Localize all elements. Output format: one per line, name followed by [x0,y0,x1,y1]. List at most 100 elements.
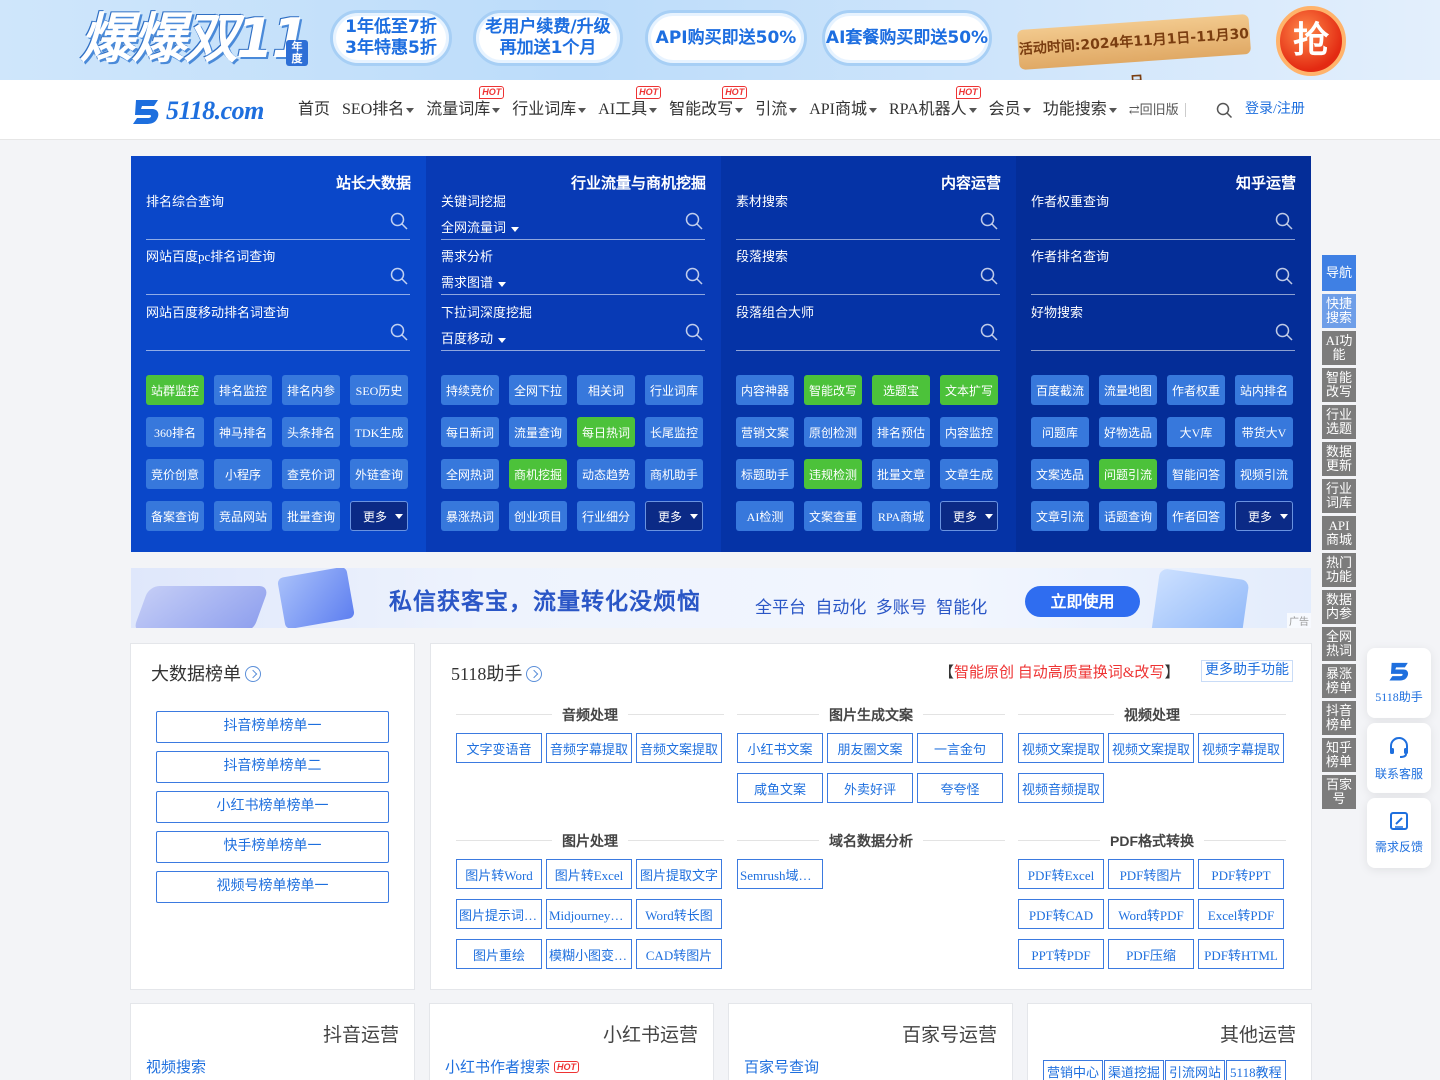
more-button[interactable]: 更多 [645,501,703,531]
rail-item[interactable]: 数据内参 [1322,590,1356,624]
promo-banner[interactable]: 爆爆双11 年度 1年低至7折 3年特惠5折 老用户续费/升级 再加送1个月 A… [0,0,1440,80]
tool-button[interactable]: 大V库 [1167,417,1225,447]
tool-search-field[interactable]: 作者权重查询 [1031,194,1295,240]
ops-link[interactable]: 百家号查询 [744,1056,819,1077]
tool-button[interactable]: 流量地图 [1099,375,1157,405]
rail-item[interactable]: API商城 [1322,516,1356,550]
nav-item[interactable]: 智能改写 HOT [669,80,748,140]
assistant-tool-button[interactable]: 图片转Word [456,859,542,889]
assistant-tool-button[interactable]: PPT转PDF [1018,939,1104,969]
more-button[interactable]: 更多 [1235,501,1293,531]
tool-button[interactable]: SEO历史 [350,375,408,405]
assistant-float-button[interactable]: 5118助手 [1367,648,1431,718]
assistant-tool-button[interactable]: Semrush域名分析 [737,859,823,889]
more-button[interactable]: 更多 [350,501,408,531]
assistant-tool-button[interactable]: 视频音频提取 [1018,773,1104,803]
nav-item[interactable]: 首页 [298,80,330,140]
tool-button[interactable]: 文案选品 [1031,459,1089,489]
tool-button[interactable]: 问题引流 [1099,459,1157,489]
tool-button[interactable]: 排名预估 [872,417,930,447]
tool-button[interactable]: 内容神器 [736,375,794,405]
assistant-tool-button[interactable]: 外卖好评 [827,773,913,803]
tool-search-field[interactable]: 作者排名查询 [1031,249,1295,295]
nav-item[interactable]: 行业词库 [512,80,587,140]
tool-button[interactable]: 小程序 [214,459,272,489]
search-icon[interactable] [1275,212,1293,230]
tool-button[interactable]: 360排名 [146,417,204,447]
tool-search-field[interactable]: 段落组合大师 [736,305,1000,351]
tool-search-field[interactable]: 网站百度移动排名词查询 [146,305,410,351]
search-icon[interactable] [980,212,998,230]
tool-button[interactable]: 内容监控 [940,417,998,447]
search-icon[interactable] [685,212,703,230]
tool-button[interactable]: 批量查询 [282,501,340,531]
ops-tag[interactable]: 5118教程 [1226,1060,1286,1080]
tool-button[interactable]: 头条排名 [282,417,340,447]
tool-search-field[interactable]: 段落搜索 [736,249,1000,295]
tool-button[interactable]: 违规检测 [804,459,862,489]
assistant-tool-button[interactable]: 一言金句 [917,733,1003,763]
nav-item[interactable]: 流量词库 HOT [426,80,505,140]
assistant-tool-button[interactable]: PDF转Excel [1018,859,1104,889]
tool-button[interactable]: 排名内参 [282,375,340,405]
feedback-button[interactable]: 需求反馈 [1367,798,1431,868]
rail-item[interactable]: 智能改写 [1322,368,1356,402]
assistant-tool-button[interactable]: 图片提示词反推 [456,899,542,929]
tool-search-field[interactable]: 下拉词深度挖掘 百度移动 [441,305,705,351]
tool-button[interactable]: RPA商城 [872,501,930,531]
rail-item[interactable]: 行业词库 [1322,479,1356,513]
tool-button[interactable]: 话题查询 [1099,501,1157,531]
assistant-tool-button[interactable]: PDF转图片 [1108,859,1194,889]
rank-list-button[interactable]: 视频号榜单榜单一 [156,871,389,903]
tool-button[interactable]: AI检测 [736,501,794,531]
assistant-tool-button[interactable]: 音频字幕提取 [546,733,632,763]
assistant-panel-header[interactable]: 5118助手 [451,660,543,686]
assistant-tool-button[interactable]: Midjourney提示词 [546,899,632,929]
tool-button[interactable]: 商机挖掘 [509,459,567,489]
tool-button[interactable]: 查竞价词 [282,459,340,489]
tool-button[interactable]: 智能问答 [1167,459,1225,489]
tool-button[interactable]: TDK生成 [350,417,408,447]
rank-list-button[interactable]: 快手榜单榜单一 [156,831,389,863]
ops-tag[interactable]: 营销中心 [1043,1060,1104,1080]
assistant-tool-button[interactable]: 音频文案提取 [636,733,722,763]
tool-button[interactable]: 竞价创意 [146,459,204,489]
ops-tag[interactable]: 引流网站 [1165,1060,1226,1080]
rail-item[interactable]: AI功能 [1322,331,1356,365]
tool-button[interactable]: 持续竞价 [441,375,499,405]
search-icon[interactable] [980,267,998,285]
nav-item[interactable]: 会员 [989,80,1031,140]
assistant-tool-button[interactable]: 咸鱼文案 [737,773,823,803]
search-icon[interactable] [1216,102,1233,119]
tool-button[interactable]: 全网下拉 [509,375,567,405]
tool-button[interactable]: 作者回答 [1167,501,1225,531]
assistant-tool-button[interactable]: 图片重绘 [456,939,542,969]
field-select[interactable]: 百度移动 [441,331,507,347]
more-button[interactable]: 更多 [940,501,998,531]
tool-button[interactable]: 每日新词 [441,417,499,447]
tool-button[interactable]: 站内排名 [1235,375,1293,405]
rail-item[interactable]: 快捷搜索 [1322,294,1356,328]
tool-button[interactable]: 文章生成 [940,459,998,489]
assistant-tool-button[interactable]: 小红书文案 [737,733,823,763]
tool-button[interactable]: 作者权重 [1167,375,1225,405]
ad-banner[interactable]: 私信获客宝，流量转化没烦恼 全平台 自动化 多账号 智能化 立即使用 广告 [131,568,1311,628]
rail-item[interactable]: 热门功能 [1322,553,1356,587]
rail-item[interactable]: 抖音榜单 [1322,701,1356,735]
nav-item[interactable]: RPA机器人 HOT [889,80,981,140]
tool-search-field[interactable]: 好物搜索 [1031,305,1295,351]
assistant-tool-button[interactable]: PDF转CAD [1018,899,1104,929]
tool-button[interactable]: 暴涨热词 [441,501,499,531]
rank-panel-header[interactable]: 大数据榜单 [151,660,261,686]
promo-pill-discount[interactable]: 1年低至7折 3年特惠5折 [330,10,452,66]
tool-search-field[interactable]: 素材搜索 [736,194,1000,240]
customer-service-button[interactable]: 联系客服 [1367,723,1431,793]
nav-item[interactable]: SEO排名 [342,80,415,140]
tool-button[interactable]: 每日热词 [577,417,635,447]
rank-list-button[interactable]: 抖音榜单榜单一 [156,711,389,743]
ops-link[interactable]: 小红书作者搜索 HOT [445,1056,580,1077]
tool-search-field[interactable]: 网站百度pc排名词查询 [146,249,410,295]
tool-button[interactable]: 相关词 [577,375,635,405]
tool-button[interactable]: 竞品网站 [214,501,272,531]
search-icon[interactable] [1275,323,1293,341]
